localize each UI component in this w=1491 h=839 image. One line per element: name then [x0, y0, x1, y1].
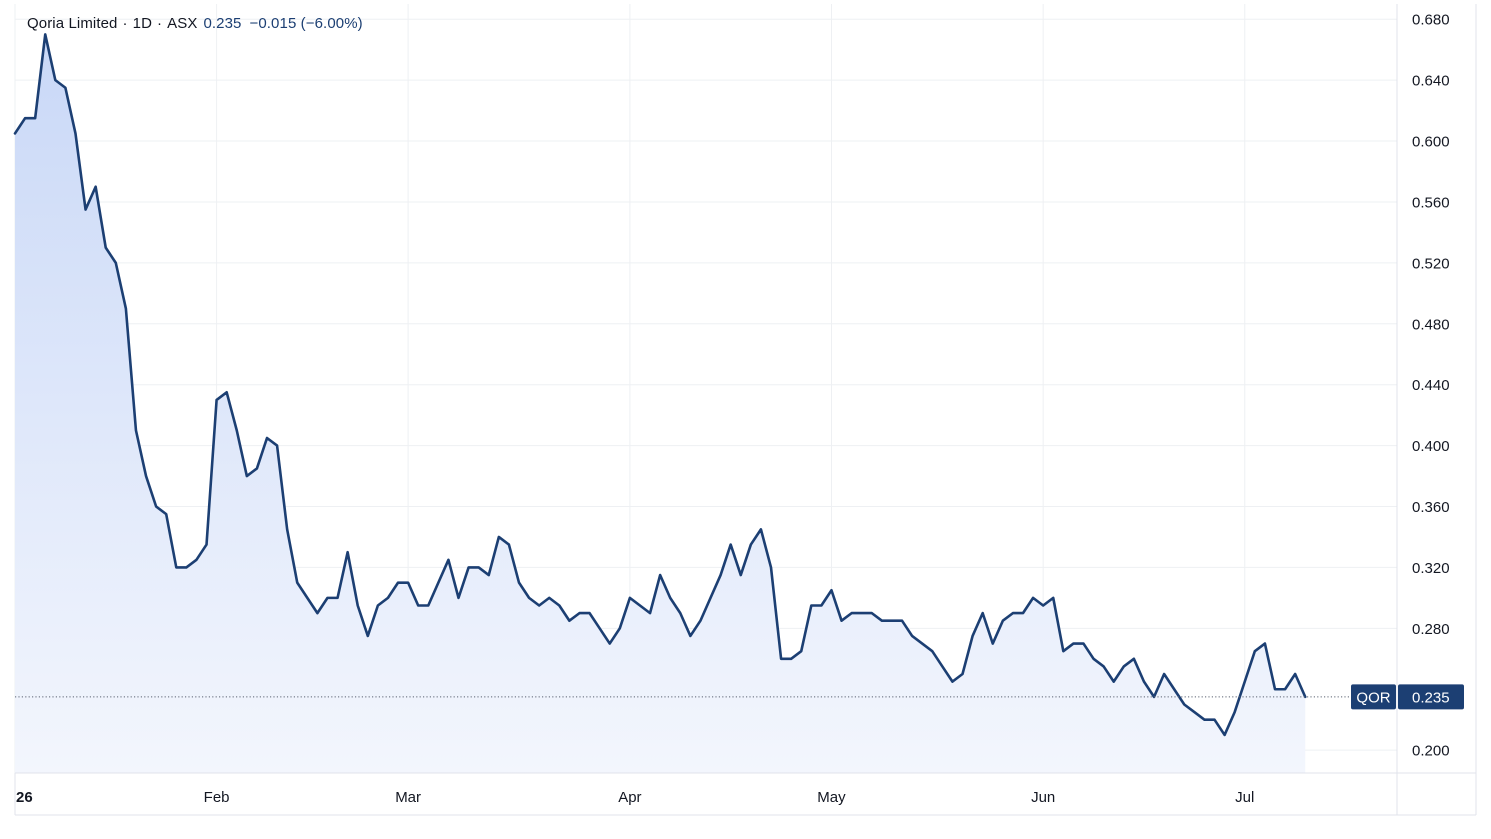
interval-label[interactable]: 1D — [133, 15, 152, 32]
y-tick-label: 0.600 — [1412, 134, 1450, 151]
x-tick-label: Feb — [204, 789, 230, 806]
y-tick-label: 0.200 — [1412, 743, 1450, 760]
y-tick-label: 0.360 — [1412, 499, 1450, 516]
price-change: −0.015 (−6.00%) — [249, 15, 363, 32]
x-tick-label: Apr — [618, 789, 641, 806]
y-tick-label: 0.400 — [1412, 438, 1450, 455]
legend-separator: · — [122, 15, 128, 32]
y-tick-label: 0.320 — [1412, 560, 1450, 577]
last-price-tag: QOR 0.235 — [1351, 684, 1464, 710]
exchange-label: ASX — [167, 15, 198, 32]
y-axis: 0.680 0.640 0.600 0.560 0.520 0.480 0.440 0.400… — [1412, 12, 1450, 760]
chart-container: 0.680 0.640 0.600 0.560 0.520 0.480 0.440 0.400… — [0, 0, 1491, 834]
y-tick-label: 0.520 — [1412, 255, 1450, 272]
legend-separator: · — [157, 15, 163, 32]
price-tag-text: 0.235 — [1412, 689, 1450, 706]
price-area — [15, 34, 1306, 773]
y-tick-label: 0.440 — [1412, 377, 1450, 394]
x-axis: 26 Feb Mar Apr May Jun Jul — [16, 789, 1254, 806]
x-tick-label: Jul — [1235, 789, 1254, 806]
x-tick-label: May — [817, 789, 846, 806]
x-tick-label: 26 — [16, 789, 33, 806]
x-tick-label: Jun — [1031, 789, 1055, 806]
instrument-name: Qoria Limited — [27, 15, 118, 32]
price-chart[interactable]: 0.680 0.640 0.600 0.560 0.520 0.480 0.440 0.400… — [0, 0, 1491, 834]
area-fill — [15, 34, 1306, 773]
x-tick-label: Mar — [395, 789, 421, 806]
y-tick-label: 0.640 — [1412, 73, 1450, 90]
last-price: 0.235 — [203, 15, 242, 32]
y-tick-label: 0.560 — [1412, 194, 1450, 211]
symbol-tag-text: QOR — [1356, 689, 1390, 706]
y-tick-label: 0.280 — [1412, 621, 1450, 638]
y-tick-label: 0.680 — [1412, 12, 1450, 29]
y-tick-label: 0.480 — [1412, 316, 1450, 333]
chart-legend: Qoria Limited · 1D · ASX 0.235 −0.015 (−6.00%) — [27, 15, 363, 32]
